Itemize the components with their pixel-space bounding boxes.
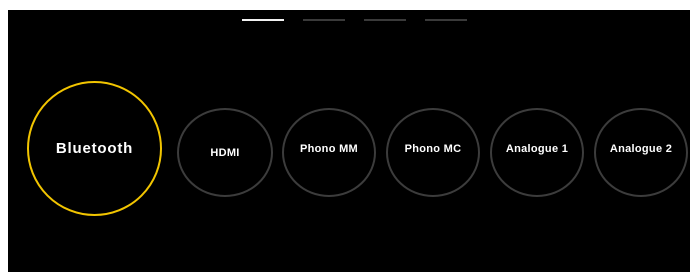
source-phono-mc-button[interactable]: Phono MC (386, 108, 480, 197)
page-indicator (8, 19, 690, 21)
source-label: Phono MM (300, 142, 358, 155)
page-indicator-segment-4[interactable] (425, 19, 467, 21)
source-label: HDMI (210, 146, 240, 159)
source-label: Bluetooth (55, 140, 134, 157)
source-label: Analogue 1 (505, 142, 569, 155)
source-hdmi-button[interactable]: HDMI (177, 108, 273, 197)
page-indicator-segment-3[interactable] (364, 19, 406, 21)
source-selector-screen: Bluetooth HDMI Phono MM Phono MC Analogu… (8, 10, 690, 272)
source-phono-mm-button[interactable]: Phono MM (282, 108, 376, 197)
source-analogue-2-button[interactable]: Analogue 2 (594, 108, 688, 197)
source-label: Phono MC (404, 142, 462, 155)
source-label: Analogue 2 (609, 142, 673, 155)
source-bluetooth-button[interactable]: Bluetooth (27, 81, 162, 216)
page-indicator-segment-2[interactable] (303, 19, 345, 21)
page-indicator-segment-1[interactable] (242, 19, 284, 21)
source-analogue-1-button[interactable]: Analogue 1 (490, 108, 584, 197)
